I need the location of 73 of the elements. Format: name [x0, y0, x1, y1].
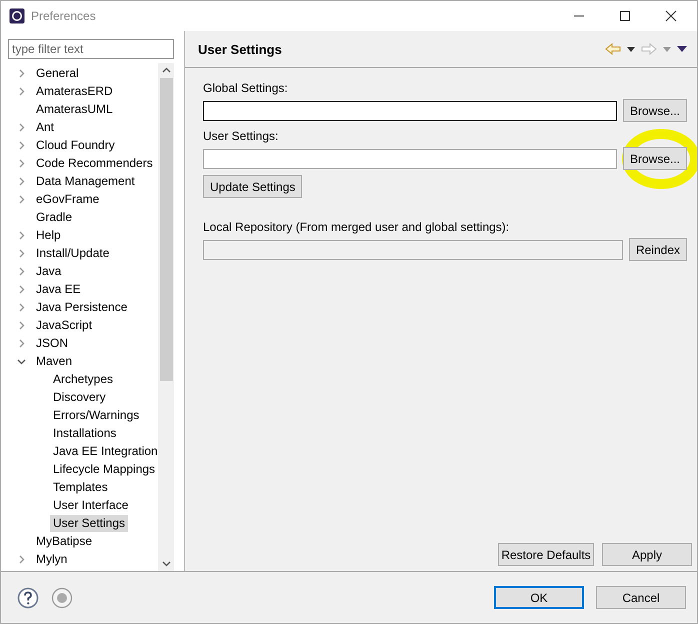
filter-field[interactable]: type filter text [8, 39, 174, 59]
expand-icon[interactable] [17, 302, 26, 312]
tree-item[interactable]: Data Management [33, 172, 138, 190]
ok-button[interactable]: OK [494, 586, 584, 609]
tree-item[interactable]: Java Persistence [33, 298, 130, 316]
expand-icon[interactable] [17, 194, 26, 204]
tree-item[interactable]: Installations [50, 424, 120, 442]
collapse-icon[interactable] [17, 356, 26, 366]
browse-button[interactable]: Browse... [622, 99, 687, 122]
reindex-button[interactable]: Reindex [628, 238, 687, 261]
tree-item[interactable]: AmaterasERD [33, 82, 116, 100]
tree-item[interactable]: Gradle [33, 208, 76, 226]
back-arrow-icon[interactable] [605, 43, 621, 55]
browse-button[interactable]: Browse... [622, 147, 687, 170]
expand-icon[interactable] [17, 338, 26, 348]
expand-icon[interactable] [17, 122, 26, 132]
tree-item[interactable]: Java [33, 262, 64, 280]
dropdown-icon[interactable] [627, 46, 635, 52]
tree-item[interactable]: Cloud Foundry [33, 136, 118, 154]
tree-item[interactable]: eGovFrame [33, 190, 102, 208]
field-label: User Settings: [203, 128, 280, 145]
expand-icon[interactable] [17, 86, 26, 96]
tree-item[interactable]: Help [33, 226, 64, 244]
tree-item[interactable]: Discovery [50, 388, 109, 406]
global-settings-field[interactable] [203, 100, 617, 120]
menu-icon[interactable] [677, 46, 687, 52]
tree-item[interactable]: Templates [50, 478, 111, 496]
expand-icon[interactable] [17, 320, 26, 330]
tree-item[interactable]: Maven [33, 352, 76, 370]
tree-item[interactable]: Mylyn [33, 550, 70, 568]
expand-icon[interactable] [17, 140, 26, 150]
tree-item[interactable]: General [33, 64, 82, 82]
restore-defaults-button[interactable]: Restore Defaults [498, 543, 594, 566]
cancel-button[interactable]: Cancel [596, 586, 686, 609]
tree-item[interactable]: Java EE Integration [50, 442, 158, 460]
scroll-thumb[interactable] [160, 78, 172, 381]
tree-item[interactable]: Errors/Warnings [50, 406, 142, 424]
close-icon[interactable] [665, 10, 677, 22]
tree-item[interactable]: Java EE [33, 280, 84, 298]
maximize-icon[interactable] [619, 10, 631, 22]
tree-item[interactable]: JSON [33, 334, 72, 352]
forward-arrow-icon[interactable] [641, 43, 657, 55]
expand-icon[interactable] [17, 230, 26, 240]
update-settings-button[interactable]: Update Settings [203, 175, 302, 198]
expand-icon[interactable] [17, 284, 26, 294]
tree-item[interactable]: Lifecycle Mappings [50, 460, 158, 478]
field-label: Local Repository (From merged user and global settings): [203, 219, 510, 236]
expand-icon[interactable] [17, 176, 26, 186]
field-label: Global Settings: [203, 80, 289, 97]
expand-icon[interactable] [17, 158, 26, 168]
tree-item[interactable]: JavaScript [33, 316, 96, 334]
tree-item[interactable]: Archetypes [50, 370, 116, 388]
tree-item[interactable]: AmaterasUML [33, 100, 116, 118]
expand-icon[interactable] [17, 68, 26, 78]
tree-item[interactable]: User Interface [50, 496, 132, 514]
record-icon[interactable] [51, 586, 73, 608]
local-repository-field[interactable] [203, 240, 623, 260]
page-title: User Settings [198, 42, 282, 56]
user-settings-field[interactable] [203, 148, 617, 168]
apply-button[interactable]: Apply [602, 543, 692, 566]
tree-item[interactable]: Code Recommenders [33, 154, 156, 172]
window-title: Preferences [31, 9, 96, 23]
scroll-up-icon[interactable] [162, 67, 170, 73]
help-icon[interactable] [17, 586, 39, 608]
expand-icon[interactable] [17, 554, 26, 564]
scroll-down-icon[interactable] [162, 561, 170, 567]
tree-item[interactable]: MyBatipse [33, 532, 96, 550]
tree-item[interactable]: Install/Update [33, 244, 112, 262]
tree-item[interactable]: User Settings [50, 514, 128, 532]
expand-icon[interactable] [17, 266, 26, 276]
expand-icon[interactable] [17, 248, 26, 258]
scrollbar[interactable] [158, 63, 174, 571]
tree-item[interactable]: Ant [33, 118, 58, 136]
